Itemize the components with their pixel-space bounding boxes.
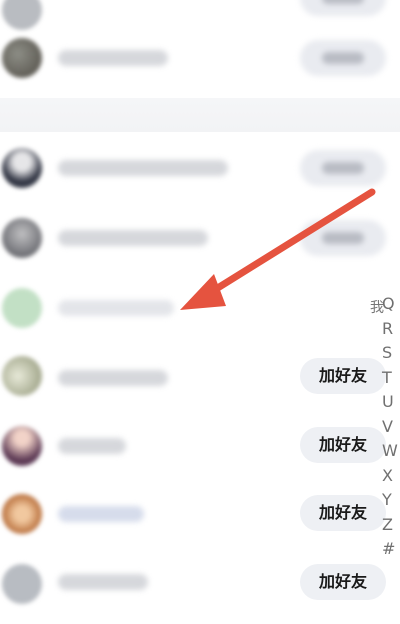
red-arrow-annotation bbox=[180, 188, 376, 310]
